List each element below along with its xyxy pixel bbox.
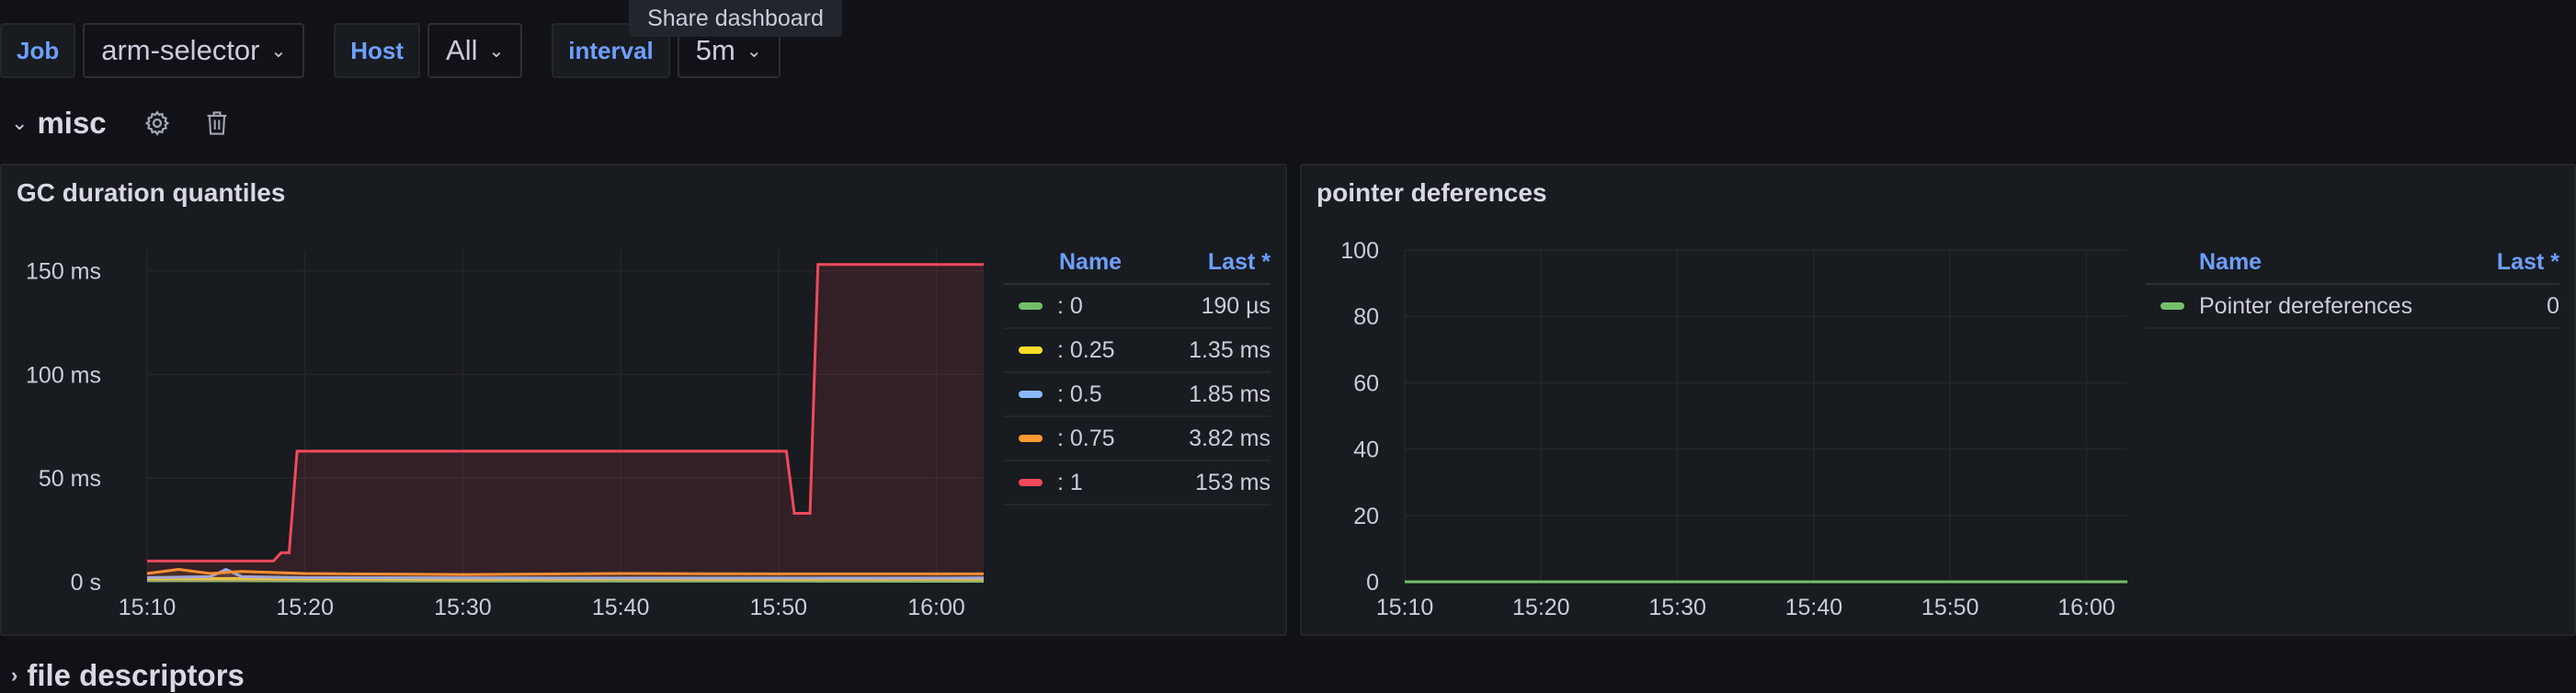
pointer-deferences-chart: 0 20 40 60 80 100 15:10 15:20 15:30 15:40 15:50 16:… [1340,238,2127,620]
share-dashboard-tooltip: Share dashboard [629,0,842,37]
y-tick-label: 40 [1353,437,1379,463]
legend-item-last: 153 ms [1195,469,1271,495]
chevron-right-icon[interactable]: › [11,664,17,687]
y-tick-label: 50 ms [39,466,101,492]
y-tick-label: 20 [1353,504,1379,529]
y-tick-label: 0 [1366,570,1379,596]
legend-item-last: 1.85 ms [1189,381,1271,407]
legend-item[interactable]: : 0 190 µs [1004,285,1271,329]
y-tick-label: 100 ms [26,362,101,388]
x-tick-label: 15:40 [592,595,650,620]
legend-gc-duration: Name Last * : 0 190 µs : 0.25 1.35 ms : … [1004,241,1271,506]
row-title: file descriptors [27,658,245,692]
x-tick-label: 15:20 [276,595,334,620]
row-header-file-descriptors[interactable]: › file descriptors [11,658,245,693]
legend-last-header[interactable]: Last * [1208,249,1271,276]
legend-item-name: Pointer dereferences [2199,292,2413,319]
legend-item-name: : 0.5 [1057,381,1102,407]
x-tick-label: 15:40 [1785,595,1843,620]
series-swatch [1019,346,1043,354]
legend-item-name: : 1 [1057,469,1083,495]
x-tick-label: 15:10 [1376,595,1434,620]
legend-item[interactable]: : 0.25 1.35 ms [1004,329,1271,373]
series-swatch [1019,479,1043,486]
row-title: misc [37,106,107,140]
legend-item[interactable]: : 1 153 ms [1004,461,1271,506]
legend-header: Name Last * [1004,241,1271,285]
y-tick-label: 150 ms [26,259,101,285]
y-tick-label: 80 [1353,304,1379,330]
series-swatch [1019,302,1043,310]
x-tick-label: 16:00 [907,595,965,620]
legend-item-last: 0 [2547,292,2559,319]
series-swatch [1019,391,1043,398]
legend-item-name: : 0 [1057,292,1083,319]
legend-item-name: : 0.75 [1057,425,1115,451]
legend-item[interactable]: : 0.5 1.85 ms [1004,373,1271,417]
chevron-down-icon: ⌄ [488,40,505,62]
x-tick-label: 16:00 [2057,595,2115,620]
chevron-down-icon: ⌄ [746,40,762,62]
row-header-misc[interactable]: ⌄ misc [11,101,230,145]
variable-value-job: arm-selector [101,34,260,66]
legend-item-last: 190 µs [1201,292,1271,319]
legend-header: Name Last * [2146,241,2559,285]
series-area [147,264,984,582]
trash-icon[interactable] [204,109,230,137]
chevron-down-icon: ⌄ [270,40,287,62]
variable-value-host: All [446,34,478,66]
y-tick-label: 100 [1340,238,1379,264]
variable-select-job[interactable]: arm-selector ⌄ [83,23,305,78]
legend-pointer-deferences: Name Last * Pointer dereferences 0 [2146,241,2559,329]
x-tick-label: 15:50 [750,595,808,620]
series-swatch [2160,302,2184,310]
variable-label-job: Job [0,23,76,78]
legend-name-header[interactable]: Name [2146,249,2497,276]
series-swatch [1019,435,1043,442]
x-tick-label: 15:30 [1648,595,1706,620]
chevron-down-icon[interactable]: ⌄ [11,111,28,135]
x-tick-label: 15:10 [119,595,177,620]
x-tick-label: 15:50 [1921,595,1979,620]
variable-select-host[interactable]: All ⌄ [427,23,523,78]
legend-item-last: 1.35 ms [1189,336,1271,363]
y-tick-label: 60 [1353,370,1379,396]
legend-item-last: 3.82 ms [1189,425,1271,451]
x-tick-label: 15:30 [434,595,492,620]
legend-item[interactable]: : 0.75 3.82 ms [1004,417,1271,461]
variable-value-interval: 5m [695,34,735,66]
legend-last-header[interactable]: Last * [2497,249,2559,276]
panel-pointer-deferences[interactable]: pointer deferences 0 20 40 60 80 100 15:10 15:2… [1300,164,2576,636]
panel-gc-duration[interactable]: GC duration quantiles 0 s 50 ms 100 ms 150 … [0,164,1287,636]
legend-name-header[interactable]: Name [1004,249,1208,276]
gear-icon[interactable] [143,109,171,137]
x-tick-label: 15:20 [1512,595,1570,620]
legend-item-name: : 0.25 [1057,336,1115,363]
legend-item[interactable]: Pointer dereferences 0 [2146,285,2559,329]
y-tick-label: 0 s [71,570,101,596]
gc-duration-chart: 0 s 50 ms 100 ms 150 ms 15:10 15:20 15:30 15:40… [26,250,985,620]
variable-label-host: Host [334,23,421,78]
